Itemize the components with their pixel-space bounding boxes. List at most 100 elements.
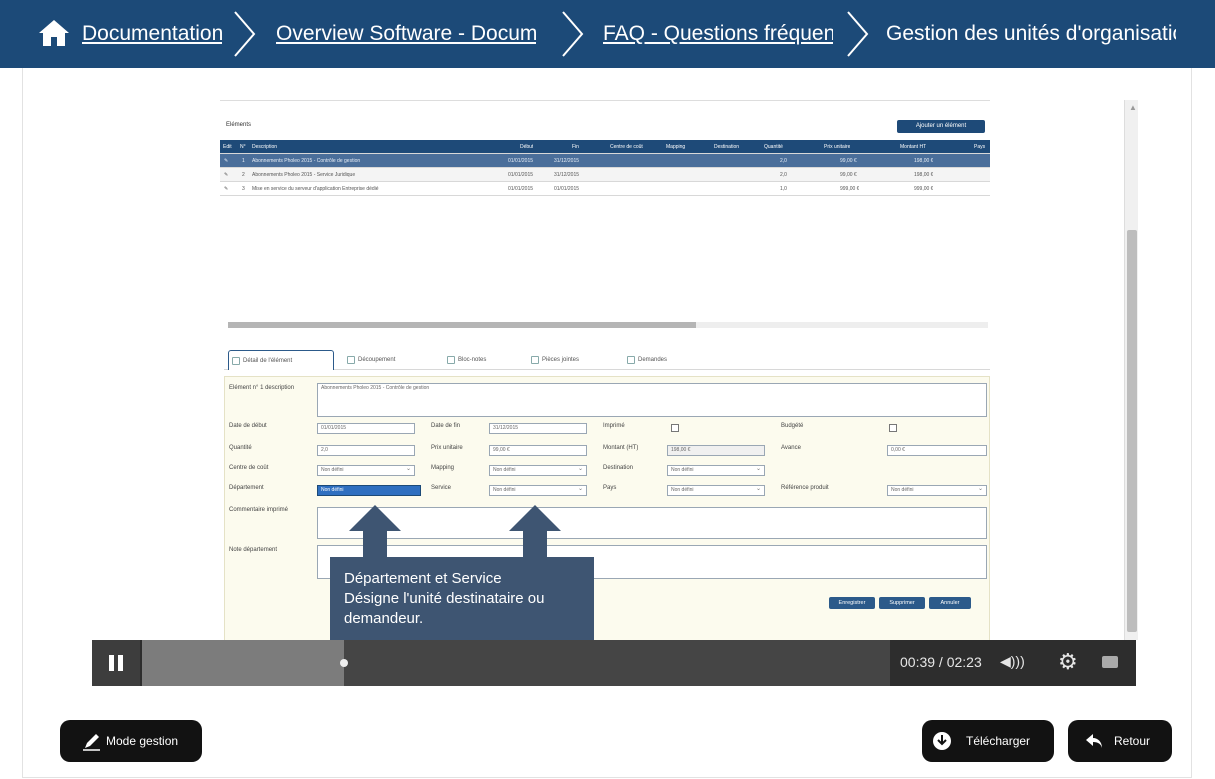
product-reference-select[interactable]: Non défini	[887, 485, 987, 496]
column-header[interactable]: Edit	[223, 144, 232, 150]
back-label: Retour	[1114, 734, 1151, 748]
gear-icon[interactable]: ⚙	[1058, 650, 1078, 674]
printed-comment-label: Commentaire imprimé	[229, 507, 289, 513]
breadcrumb-overview[interactable]: Overview Software - Documentation	[276, 22, 536, 46]
row-start-date: 01/01/2015	[508, 158, 534, 164]
mapping-label: Mapping	[431, 465, 455, 471]
country-label: Pays	[603, 485, 617, 491]
end-date-field[interactable]: 31/12/2015	[489, 423, 587, 434]
destination-label: Destination	[603, 465, 634, 471]
breadcrumb-documentation[interactable]: Documentation	[82, 22, 222, 46]
quantity-label: Quantité	[229, 445, 252, 451]
column-header[interactable]: Montant HT	[900, 144, 926, 150]
mode-gestion-button[interactable]: Mode gestion	[60, 720, 202, 762]
pause-button[interactable]	[92, 640, 140, 686]
home-icon[interactable]	[36, 18, 72, 48]
column-header[interactable]: Centre de coût	[610, 144, 660, 150]
description-label: Elément n° 1 description	[229, 385, 295, 391]
budgeted-checkbox[interactable]	[889, 424, 897, 432]
tab-detail[interactable]: Détail de l'élément	[228, 350, 334, 370]
row-start-date: 01/01/2015	[508, 172, 534, 178]
column-header[interactable]: Début	[520, 144, 533, 150]
tab-label: Détail de l'élément	[243, 358, 293, 364]
advance-field[interactable]: 0,00 €	[887, 445, 987, 456]
unit-price-field[interactable]: 99,00 €	[489, 445, 587, 456]
arrow-up-icon	[349, 505, 401, 559]
row-amount: 999,00 €	[914, 186, 934, 192]
row-description: Mise en service du serveur d'application…	[252, 186, 379, 192]
callout-body: Désigne l'unité destinataire ou demandeu…	[344, 590, 545, 627]
mapping-select[interactable]: Non défini	[489, 465, 587, 476]
row-number: 1	[242, 158, 245, 164]
column-header[interactable]: Pays	[974, 144, 985, 150]
edit-icon[interactable]: ✎	[224, 172, 228, 178]
table-row[interactable]: ✎ 2 Abonnements Pholeo 2015 - Service Ju…	[220, 168, 990, 182]
country-select[interactable]: Non défini	[667, 485, 765, 496]
column-header[interactable]: Description	[252, 144, 277, 150]
download-button[interactable]: Télécharger	[922, 720, 1054, 762]
cost-center-select[interactable]: Non défini	[317, 465, 415, 476]
destination-select[interactable]: Non défini	[667, 465, 765, 476]
progress-bar[interactable]	[142, 640, 890, 686]
chevron-right-icon	[234, 11, 256, 57]
volume-icon[interactable]: ◀)))	[1000, 653, 1025, 670]
printed-checkbox[interactable]	[671, 424, 679, 432]
amount-field: 198,00 €	[667, 445, 765, 456]
scroll-up-icon[interactable]: ▲	[1129, 103, 1137, 112]
add-element-button[interactable]: Ajouter un élément	[897, 120, 985, 133]
printed-comment-field[interactable]	[317, 507, 987, 539]
breadcrumb: Documentation Overview Software - Docume…	[0, 0, 1215, 68]
service-select[interactable]: Non défini	[489, 485, 587, 496]
tab-decoupement[interactable]: Découpement	[344, 350, 395, 370]
tab-label: Découpement	[358, 357, 396, 363]
divider	[220, 100, 990, 101]
scrollbar-thumb[interactable]	[1127, 230, 1137, 632]
pencil-icon	[83, 734, 100, 751]
row-end-date: 01/01/2015	[554, 186, 580, 192]
table-row[interactable]: ✎ 1 Abonnements Pholeo 2015 - Contrôle d…	[220, 154, 990, 168]
table-row[interactable]: ✎ 3 Mise en service du serveur d'applica…	[220, 182, 990, 196]
tab-pieces-jointes[interactable]: Pièces jointes	[528, 350, 579, 370]
column-header[interactable]: N°	[240, 144, 246, 150]
download-label: Télécharger	[966, 734, 1031, 748]
breadcrumb-faq[interactable]: FAQ - Questions fréquentes	[603, 22, 833, 46]
captions-icon[interactable]	[1102, 656, 1118, 668]
column-header[interactable]: Mapping	[666, 144, 685, 150]
start-date-field[interactable]: 01/01/2015	[317, 423, 415, 434]
scrollbar-thumb[interactable]	[228, 322, 696, 328]
cancel-button[interactable]: Annuler	[929, 597, 971, 609]
row-quantity: 2,0	[780, 158, 787, 164]
department-select[interactable]: Non défini	[317, 485, 421, 496]
notes-icon	[447, 356, 455, 364]
back-button[interactable]: Retour	[1068, 720, 1172, 762]
arrow-up-icon	[509, 505, 561, 559]
row-quantity: 2,0	[780, 172, 787, 178]
budgeted-label: Budgété	[781, 423, 804, 429]
delete-button[interactable]: Supprimer	[879, 597, 925, 609]
tab-demandes[interactable]: Demandes	[624, 350, 667, 370]
quantity-field[interactable]: 2,0	[317, 445, 415, 456]
column-header[interactable]: Destination	[714, 144, 739, 150]
horizontal-scrollbar[interactable]	[228, 322, 988, 328]
progress-handle[interactable]	[339, 659, 348, 667]
row-unit-price: 999,00 €	[840, 186, 860, 192]
edit-icon[interactable]: ✎	[224, 158, 228, 164]
back-arrow-icon	[1086, 734, 1102, 748]
column-header[interactable]: Quantité	[764, 144, 783, 150]
callout-title: Département et Service	[344, 570, 502, 587]
row-quantity: 1,0	[780, 186, 787, 192]
chevron-right-icon	[847, 11, 869, 57]
edit-icon[interactable]: ✎	[224, 186, 228, 192]
grid-header: Edit N° Description Début Fin Centre de …	[220, 140, 990, 154]
annotation-callout: Département et Service Désigne l'unité d…	[330, 557, 594, 645]
description-field[interactable]: Abonnements Pholeo 2015 - Contrôle de ge…	[317, 383, 987, 417]
video-controls: 00:39 / 02:23 ◀))) ⚙	[92, 640, 1136, 686]
column-header[interactable]: Fin	[572, 144, 579, 150]
document-icon	[232, 357, 240, 365]
request-icon	[627, 356, 635, 364]
tab-bloc-notes[interactable]: Bloc-notes	[444, 350, 486, 370]
save-button[interactable]: Enregistrer	[829, 597, 875, 609]
column-header[interactable]: Prix unitaire	[824, 144, 850, 150]
vertical-scrollbar[interactable]: ▲	[1124, 100, 1138, 640]
service-label: Service	[431, 485, 452, 491]
